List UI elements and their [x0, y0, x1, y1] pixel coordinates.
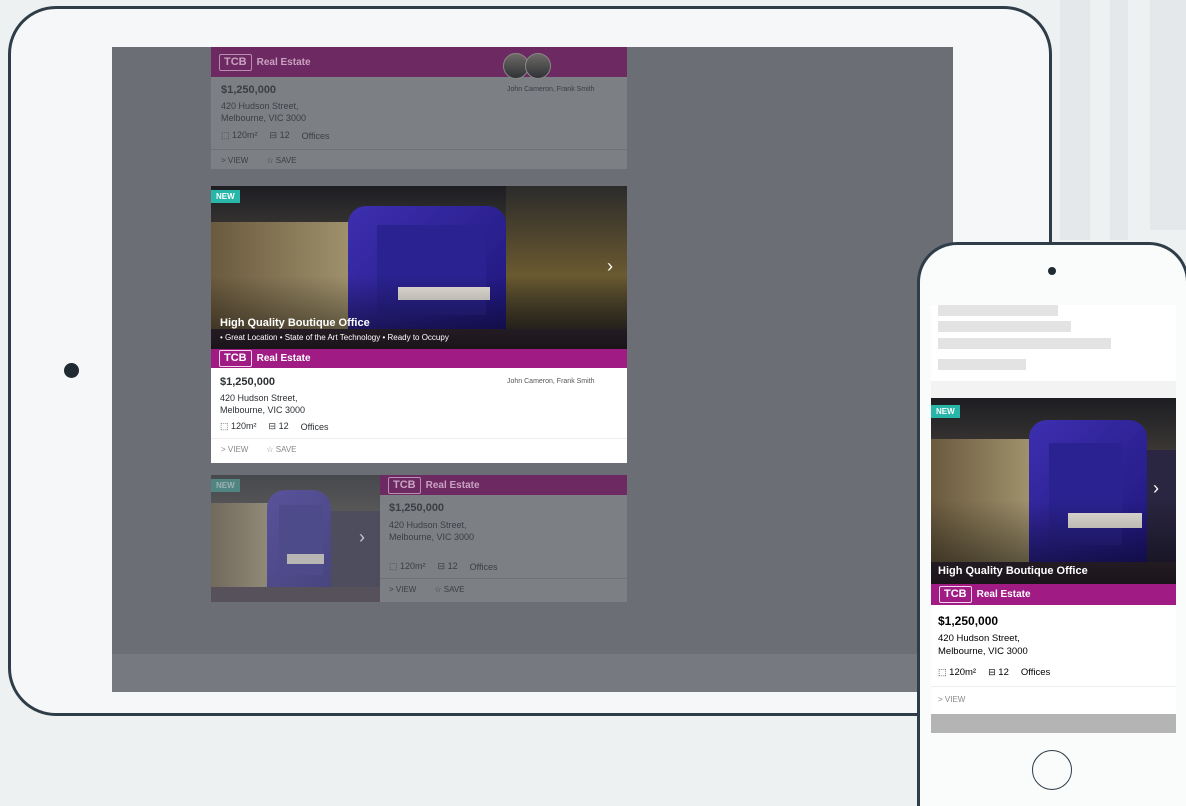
listing-title: High Quality Boutique Office — [220, 317, 370, 329]
address-line1: 420 Hudson Street, — [389, 520, 467, 530]
view-button[interactable]: > VIEW — [389, 585, 416, 594]
agents-names: John Cameron, Frank Smith — [507, 86, 595, 93]
divider — [380, 578, 627, 579]
card-actions: > VIEW ☆ SAVE — [221, 156, 297, 165]
brand-bar: TCB Real Estate — [931, 584, 1176, 605]
agents-names: John Cameron, Frank Smith — [507, 378, 595, 385]
brand-name: Real Estate — [425, 479, 480, 491]
brand-logo: TCB — [219, 53, 252, 71]
divider — [211, 149, 627, 150]
area-icon: ⬚ — [938, 667, 947, 677]
area-icon: ⬚ — [221, 130, 230, 140]
property-type: Offices — [300, 421, 329, 432]
save-button[interactable]: ☆ SAVE — [434, 585, 464, 594]
chevron-right-icon[interactable]: › — [359, 527, 365, 548]
chevron-right-icon[interactable]: › — [607, 256, 613, 277]
address: 420 Hudson Street, Melbourne, VIC 3000 — [389, 519, 474, 543]
tablet-device: TCB Real Estate John Cameron, Frank Smit… — [8, 6, 1052, 716]
area-icon: ⬚ — [220, 421, 229, 431]
property-type: Offices — [1020, 667, 1051, 678]
brand-name: Real Estate — [256, 353, 311, 364]
camera-icon — [1048, 267, 1056, 275]
brand-name: Real Estate — [256, 56, 311, 68]
address-line2: Melbourne, VIC 3000 — [389, 532, 475, 542]
agent-avatars — [503, 53, 551, 79]
listing-photo[interactable]: NEW › High Quality Boutique Office • Gre… — [211, 186, 627, 349]
card-actions: > VIEW ☆ SAVE — [389, 585, 465, 594]
avatar — [525, 53, 551, 79]
view-button[interactable]: > VIEW — [938, 695, 965, 704]
parking: 12 — [279, 130, 290, 140]
price: $1,250,000 — [389, 502, 445, 514]
view-button[interactable]: > VIEW — [221, 156, 248, 165]
parking-icon: ⊟ — [988, 667, 996, 677]
new-badge: NEW — [931, 405, 960, 418]
new-badge: NEW — [211, 190, 240, 203]
property-type: Offices — [301, 130, 330, 141]
home-button-icon[interactable] — [1032, 750, 1072, 790]
price: $1,250,000 — [221, 84, 277, 96]
save-button[interactable]: ☆ SAVE — [266, 445, 296, 454]
address: 420 Hudson Street, Melbourne, VIC 3000 — [220, 392, 305, 416]
brand-logo: TCB — [939, 586, 972, 603]
card-actions: > VIEW — [938, 695, 965, 704]
save-button[interactable]: ☆ SAVE — [266, 156, 296, 165]
listing-card-compact[interactable]: NEW › TCB Real Estate $1,250,000 420 Hud… — [211, 475, 627, 602]
brand-bar: TCB Real Estate — [211, 47, 627, 77]
address-line2: Melbourne, VIC 3000 — [938, 646, 1028, 657]
property-type: Offices — [469, 561, 498, 572]
address: 420 Hudson Street, Melbourne, VIC 3000 — [221, 100, 306, 124]
listing-photo[interactable]: NEW › High Quality Boutique Office — [931, 398, 1176, 584]
brand-logo: TCB — [219, 350, 252, 367]
listing-card-top[interactable]: TCB Real Estate John Cameron, Frank Smit… — [211, 47, 627, 169]
parking-icon: ⊟ — [268, 421, 277, 431]
address-line1: 420 Hudson Street, — [938, 633, 1020, 644]
divider — [931, 686, 1176, 687]
features: ⬚ 120m² ⊟ 12 Offices — [221, 130, 329, 141]
brand-bar: TCB Real Estate — [380, 475, 627, 495]
parking: 12 — [447, 561, 458, 571]
divider — [211, 438, 627, 439]
address-line2: Melbourne, VIC 3000 — [221, 113, 307, 123]
features: ⬚ 120m² ⊟ 12 Offices — [389, 561, 497, 572]
listing-photo[interactable]: NEW › — [211, 475, 380, 602]
listing-highlights: • Great Location • State of the Art Tech… — [220, 333, 449, 342]
price: $1,250,000 — [938, 614, 999, 628]
skeleton-card — [931, 305, 1176, 381]
area: 120m² — [949, 667, 977, 678]
features: ⬚ 120m² ⊟ 12 Offices — [220, 421, 328, 432]
features: ⬚ 120m² ⊟ 12 Offices — [938, 667, 1050, 678]
tablet-screen: TCB Real Estate John Cameron, Frank Smit… — [112, 47, 953, 692]
address-line1: 420 Hudson Street, — [220, 393, 298, 403]
footer-strip — [112, 654, 953, 692]
parking-icon: ⊟ — [269, 130, 278, 140]
listing-card-mobile[interactable]: NEW › High Quality Boutique Office TCB R… — [931, 398, 1176, 733]
parking: 12 — [278, 421, 289, 431]
brand-name: Real Estate — [976, 589, 1031, 600]
address-line2: Melbourne, VIC 3000 — [220, 405, 306, 415]
listing-card-featured[interactable]: NEW › High Quality Boutique Office • Gre… — [211, 186, 627, 463]
area: 120m² — [232, 130, 258, 140]
listing-title: High Quality Boutique Office — [938, 565, 1088, 577]
parking-icon: ⊟ — [437, 561, 446, 571]
camera-icon — [64, 363, 79, 378]
address: 420 Hudson Street, Melbourne, VIC 3000 — [938, 632, 1028, 658]
area: 120m² — [231, 421, 257, 431]
phone-device: NEW › High Quality Boutique Office TCB R… — [917, 242, 1186, 806]
brand-logo: TCB — [388, 476, 421, 494]
brand-bar: TCB Real Estate — [211, 349, 627, 368]
parking: 12 — [998, 667, 1009, 678]
price: $1,250,000 — [220, 376, 276, 388]
phone-screen: NEW › High Quality Boutique Office TCB R… — [931, 305, 1176, 733]
area: 120m² — [400, 561, 426, 571]
view-button[interactable]: > VIEW — [221, 445, 248, 454]
address-line1: 420 Hudson Street, — [221, 101, 299, 111]
footer-strip — [931, 714, 1176, 733]
chevron-right-icon[interactable]: › — [1153, 478, 1159, 499]
area-icon: ⬚ — [389, 561, 398, 571]
card-actions: > VIEW ☆ SAVE — [221, 445, 297, 454]
new-badge: NEW — [211, 479, 240, 492]
